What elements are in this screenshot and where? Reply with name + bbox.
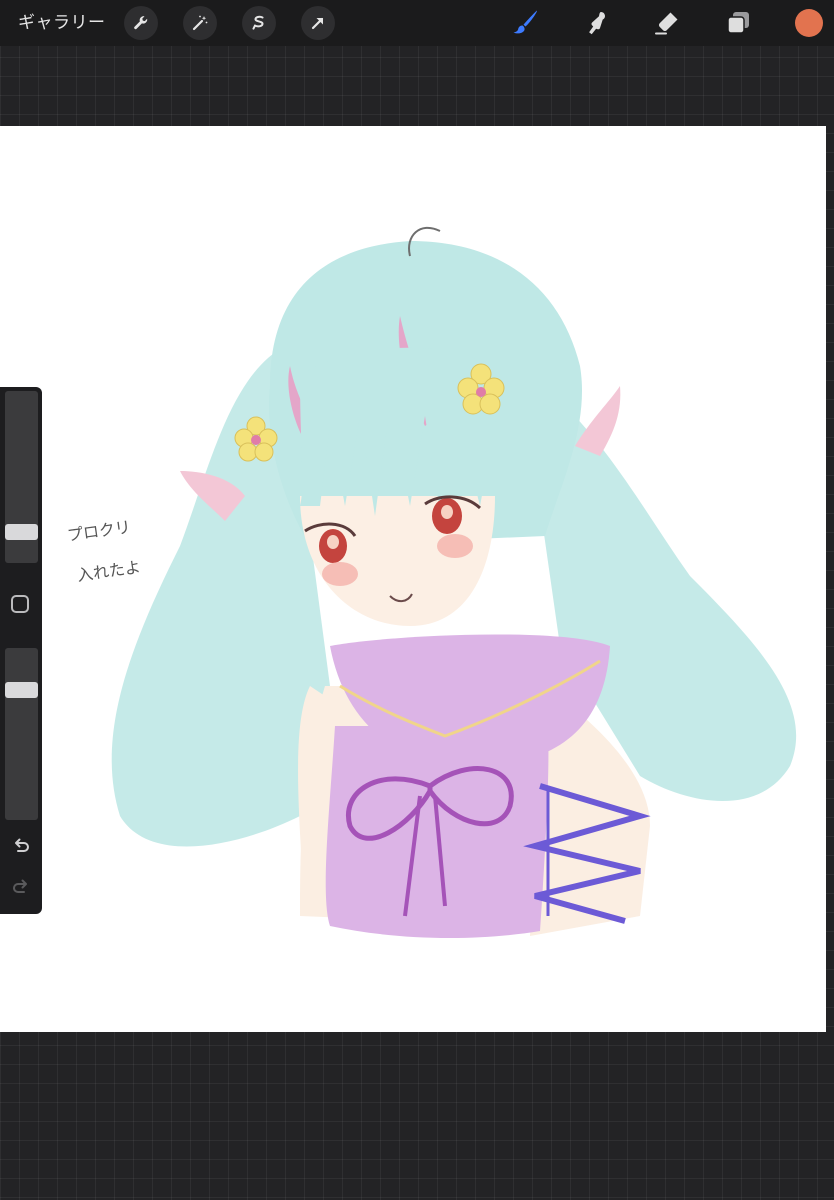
drawing-canvas[interactable]: プロクリ 入れたよ [0, 126, 826, 1032]
redo-button[interactable] [10, 876, 32, 898]
undo-button[interactable] [10, 835, 32, 857]
layers-button[interactable] [721, 6, 755, 40]
left-sidebar [0, 387, 42, 914]
brush-size-thumb[interactable] [5, 524, 38, 540]
selection-button[interactable] [242, 6, 276, 40]
selection-icon [252, 15, 264, 30]
modify-button[interactable] [11, 595, 29, 613]
top-toolbar: ギャラリー [0, 0, 834, 46]
opacity-thumb[interactable] [5, 682, 38, 698]
actions-button[interactable] [124, 6, 158, 40]
opacity-slider[interactable] [5, 648, 38, 820]
brush-tool-button[interactable] [508, 6, 542, 40]
redo-icon [13, 879, 27, 893]
undo-icon [15, 838, 29, 852]
eraser-icon [655, 12, 678, 35]
wrench-icon [134, 16, 148, 30]
transform-arrow-icon [311, 17, 324, 30]
eraser-tool-button[interactable] [650, 6, 684, 40]
color-picker-swatch[interactable] [795, 9, 823, 37]
transform-button[interactable] [301, 6, 335, 40]
smudge-icon [589, 12, 605, 35]
character-illustration: プロクリ 入れたよ [66, 226, 797, 938]
brush-size-slider[interactable] [5, 391, 38, 563]
gallery-button[interactable]: ギャラリー [18, 11, 106, 35]
note-line-2: 入れたよ [76, 557, 142, 585]
smudge-tool-button[interactable] [579, 6, 613, 40]
magic-wand-icon [192, 15, 208, 31]
note-line-1: プロクリ [66, 517, 132, 545]
adjustments-button[interactable] [183, 6, 217, 40]
layers-icon [727, 12, 749, 34]
brush-icon [513, 10, 538, 34]
